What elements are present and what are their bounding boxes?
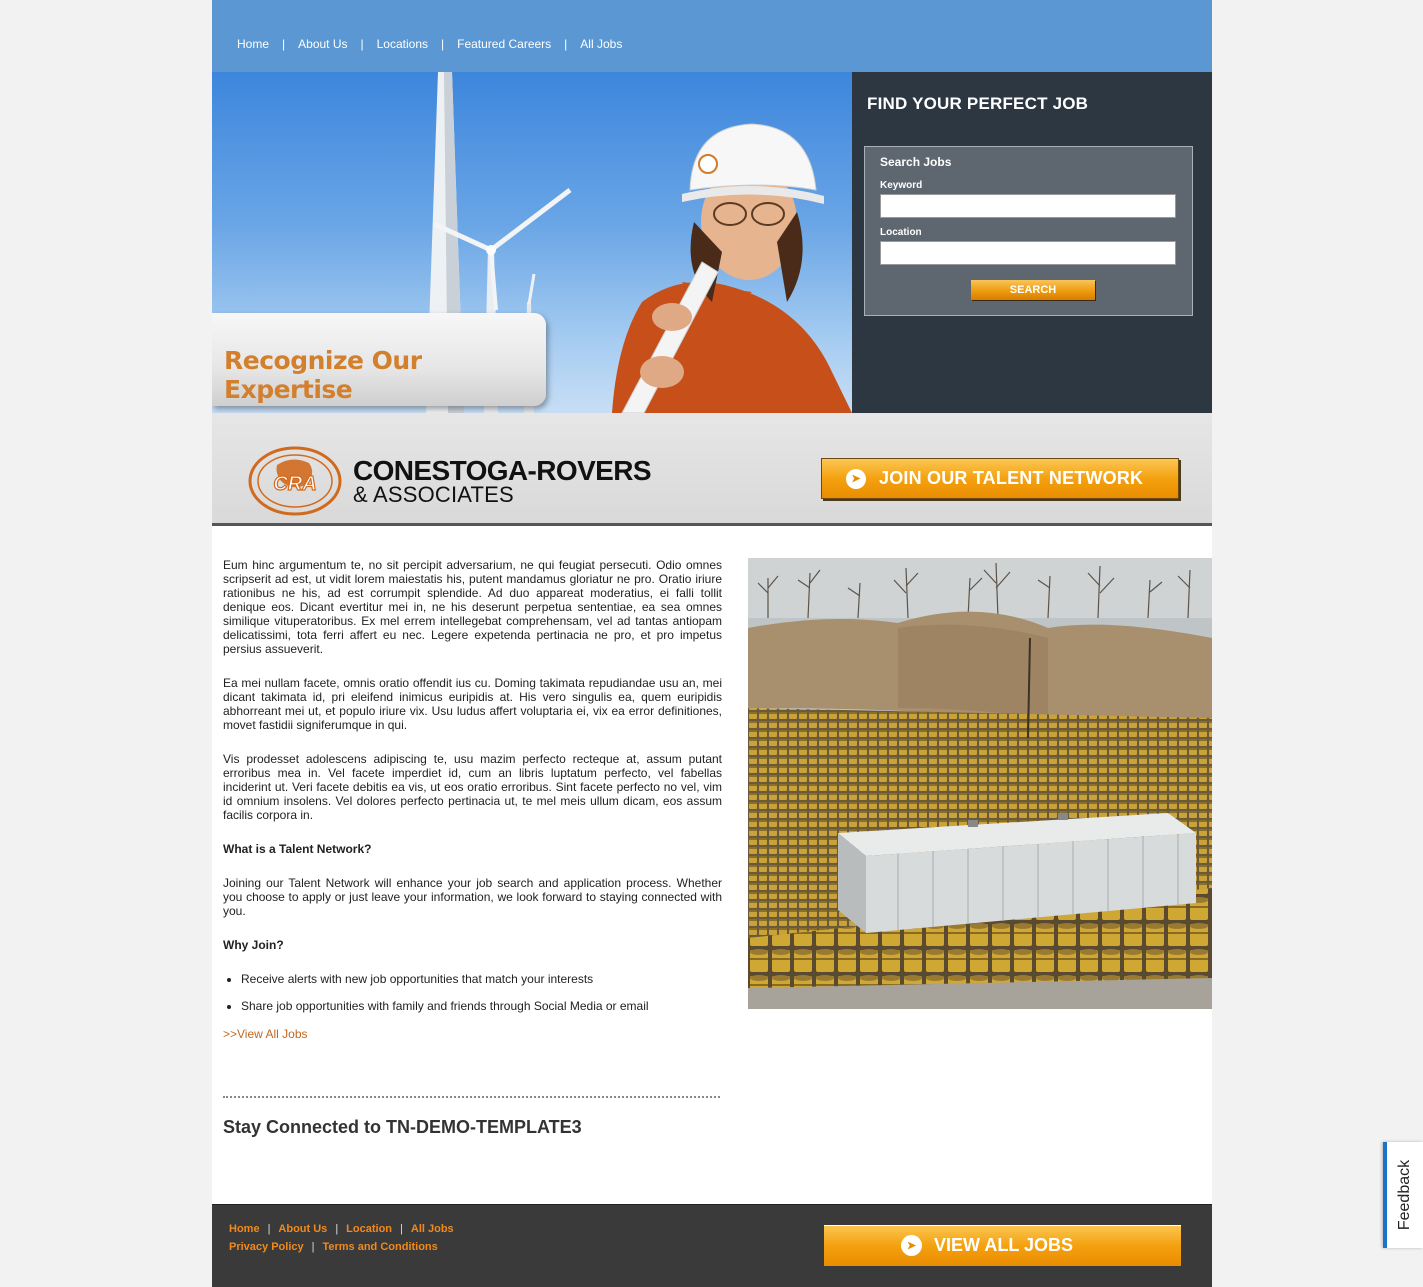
view-all-jobs-link[interactable]: >>View All Jobs [223,1027,722,1041]
nav-featured-careers[interactable]: Featured Careers [457,37,551,51]
footer: Home | About Us | Location | All Jobs Priva… [212,1204,1212,1287]
footer-link-all-jobs[interactable]: All Jobs [411,1223,454,1235]
join-button-label: JOIN OUR TALENT NETWORK [879,468,1144,488]
join-talent-network-button[interactable]: ➤ JOIN OUR TALENT NETWORK [821,458,1179,499]
footer-link-terms[interactable]: Terms and Conditions [322,1241,437,1253]
arrow-circle-icon: ➤ [846,468,866,489]
feedback-tab[interactable]: Feedback [1383,1142,1423,1248]
footer-separator: | [267,1223,271,1235]
what-is-heading: What is a Talent Network? [223,842,372,856]
nav-separator: | [441,37,445,51]
search-heading: FIND YOUR PERFECT JOB [867,94,1089,113]
top-navigation: Home | About Us | Locations | Featured Care… [212,0,1212,72]
barrel-yard-illustration [748,558,1212,1009]
location-input[interactable] [880,241,1176,265]
stay-connected-heading: Stay Connected to TN-DEMO-TEMPLATE3 [223,1117,582,1137]
nav-list: Home | About Us | Locations | Featured Care… [237,37,622,51]
hero-banner-text: Recognize Our Expertise [224,346,422,404]
why-join-heading: Why Join? [223,938,284,952]
what-is-paragraph: Joining our Talent Network will enhance … [223,876,722,918]
hero-banner: Recognize Our Expertise [212,313,546,406]
nav-locations[interactable]: Locations [377,37,428,51]
footer-separator: | [311,1241,315,1253]
body-paragraph: Eum hinc argumentum te, no sit percipit … [223,558,722,656]
footer-link-home[interactable]: Home [229,1223,260,1235]
nav-home[interactable]: Home [237,37,269,51]
company-name-line1: CONESTOGA-ROVERS [353,455,652,486]
main-content: Eum hinc argumentum te, no sit percipit … [223,558,722,1041]
brand-bar: CRA CONESTOGA-ROVERS & ASSOCIATES ➤ JOIN… [212,413,1212,526]
nav-separator: | [282,37,286,51]
search-button[interactable]: SEARCH [971,280,1095,300]
view-all-button-label: VIEW ALL JOBS [934,1235,1074,1255]
list-item: Receive alerts with new job opportunitie… [241,972,722,986]
footer-link-privacy-policy[interactable]: Privacy Policy [229,1241,304,1253]
company-name: CONESTOGA-ROVERS & ASSOCIATES [353,455,652,507]
benefits-list: Receive alerts with new job opportunitie… [241,972,722,1013]
footer-link-location[interactable]: Location [346,1223,392,1235]
nav-separator: | [564,37,568,51]
logo-text: CRA [273,473,316,495]
list-item: Share job opportunities with family and … [241,999,722,1013]
keyword-input[interactable] [880,194,1176,218]
footer-link-about-us[interactable]: About Us [278,1223,327,1235]
company-name-line2: & ASSOCIATES [353,482,514,507]
page-wrapper: Home | About Us | Locations | Featured Care… [212,0,1212,1287]
keyword-label: Keyword [880,180,923,191]
footer-separator: | [400,1223,403,1235]
body-paragraph: Ea mei nullam facete, omnis oratio offen… [223,676,722,732]
view-all-jobs-button[interactable]: ➤ VIEW ALL JOBS [824,1225,1181,1266]
company-logo: CRA [248,446,342,516]
search-panel: FIND YOUR PERFECT JOB Search Jobs Keywor… [852,72,1212,413]
arrow-circle-icon: ➤ [901,1235,922,1256]
site-photo [748,558,1212,1009]
search-form: Search Jobs Keyword Location SEARCH [864,146,1193,316]
search-box-title: Search Jobs [880,155,952,169]
body-paragraph: Vis prodesset adolescens adipiscing te, … [223,752,722,822]
feedback-label: Feedback [1396,1159,1413,1231]
footer-links: Home | About Us | Location | All Jobs Priva… [229,1223,454,1259]
footer-separator: | [335,1223,339,1235]
nav-about-us[interactable]: About Us [298,37,347,51]
location-label: Location [880,227,922,238]
dotted-divider [223,1096,720,1098]
hero-image: Recognize Our Expertise [212,72,852,413]
nav-separator: | [360,37,364,51]
nav-all-jobs[interactable]: All Jobs [580,37,622,51]
